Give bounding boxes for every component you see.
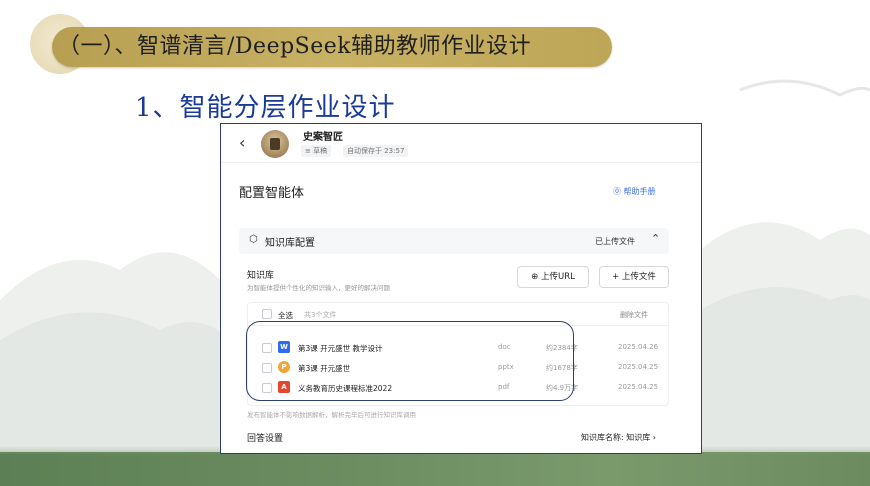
publish-note: 发布智能体不影响数据解析，解析完毕后可进行知识库调用 (247, 411, 416, 419)
agent-name: 史案智匠 (303, 132, 343, 143)
answer-settings-title: 回答设置 (247, 434, 284, 444)
file-date: 2025.04.25 (618, 383, 659, 391)
file-count: 共3个文件 (304, 311, 337, 319)
file-date: 2025.04.25 (618, 363, 659, 371)
select-all-checkbox[interactable] (262, 309, 272, 319)
bottom-band (0, 446, 870, 486)
chevron-up-icon[interactable]: ⌃ (651, 232, 660, 245)
kb-label: 知识库 (247, 271, 275, 281)
hexagon-icon: ⬡ (249, 234, 258, 245)
autosave-badge: 自动保存于 23:57 (343, 145, 409, 157)
help-manual-link[interactable]: ⓪ 帮助手册 (613, 186, 656, 197)
draft-badge: ≡ 草稿 (301, 145, 332, 157)
delete-files-button[interactable]: 删除文件 (620, 310, 648, 320)
upload-file-button[interactable]: + 上传文件 (599, 266, 669, 288)
kb-name-link[interactable]: 知识库名称: 知识库 › (581, 432, 656, 443)
select-all-label[interactable]: 全选 (278, 310, 293, 321)
kb-description: 为智能体提供个性化的知识输入，更好的解决问题 (247, 284, 390, 292)
panel-header: ‹ 史案智匠 ≡ 草稿 自动保存于 23:57 (221, 124, 701, 163)
file-date: 2025.04.26 (618, 343, 659, 351)
back-arrow-icon[interactable]: ‹ (239, 133, 245, 152)
kb-config-section-header[interactable]: ⬡ 知识库配置 已上传文件 ⌃ (239, 228, 669, 254)
agent-avatar (261, 130, 289, 158)
uploaded-files-label: 已上传文件 (595, 237, 635, 246)
kb-config-title: 知识库配置 (265, 238, 315, 249)
highlight-outline (246, 321, 574, 401)
agent-config-screenshot: ‹ 史案智匠 ≡ 草稿 自动保存于 23:57 配置智能体 ⓪ 帮助手册 ⬡ 知… (220, 123, 702, 454)
upload-url-button[interactable]: ⊕ 上传URL (517, 266, 589, 288)
slide-subheading: 1、智能分层作业设计 (135, 93, 396, 123)
config-title: 配置智能体 (239, 186, 305, 201)
slide-heading: （一）、智谱清言/DeepSeek辅助教师作业设计 (58, 34, 532, 59)
